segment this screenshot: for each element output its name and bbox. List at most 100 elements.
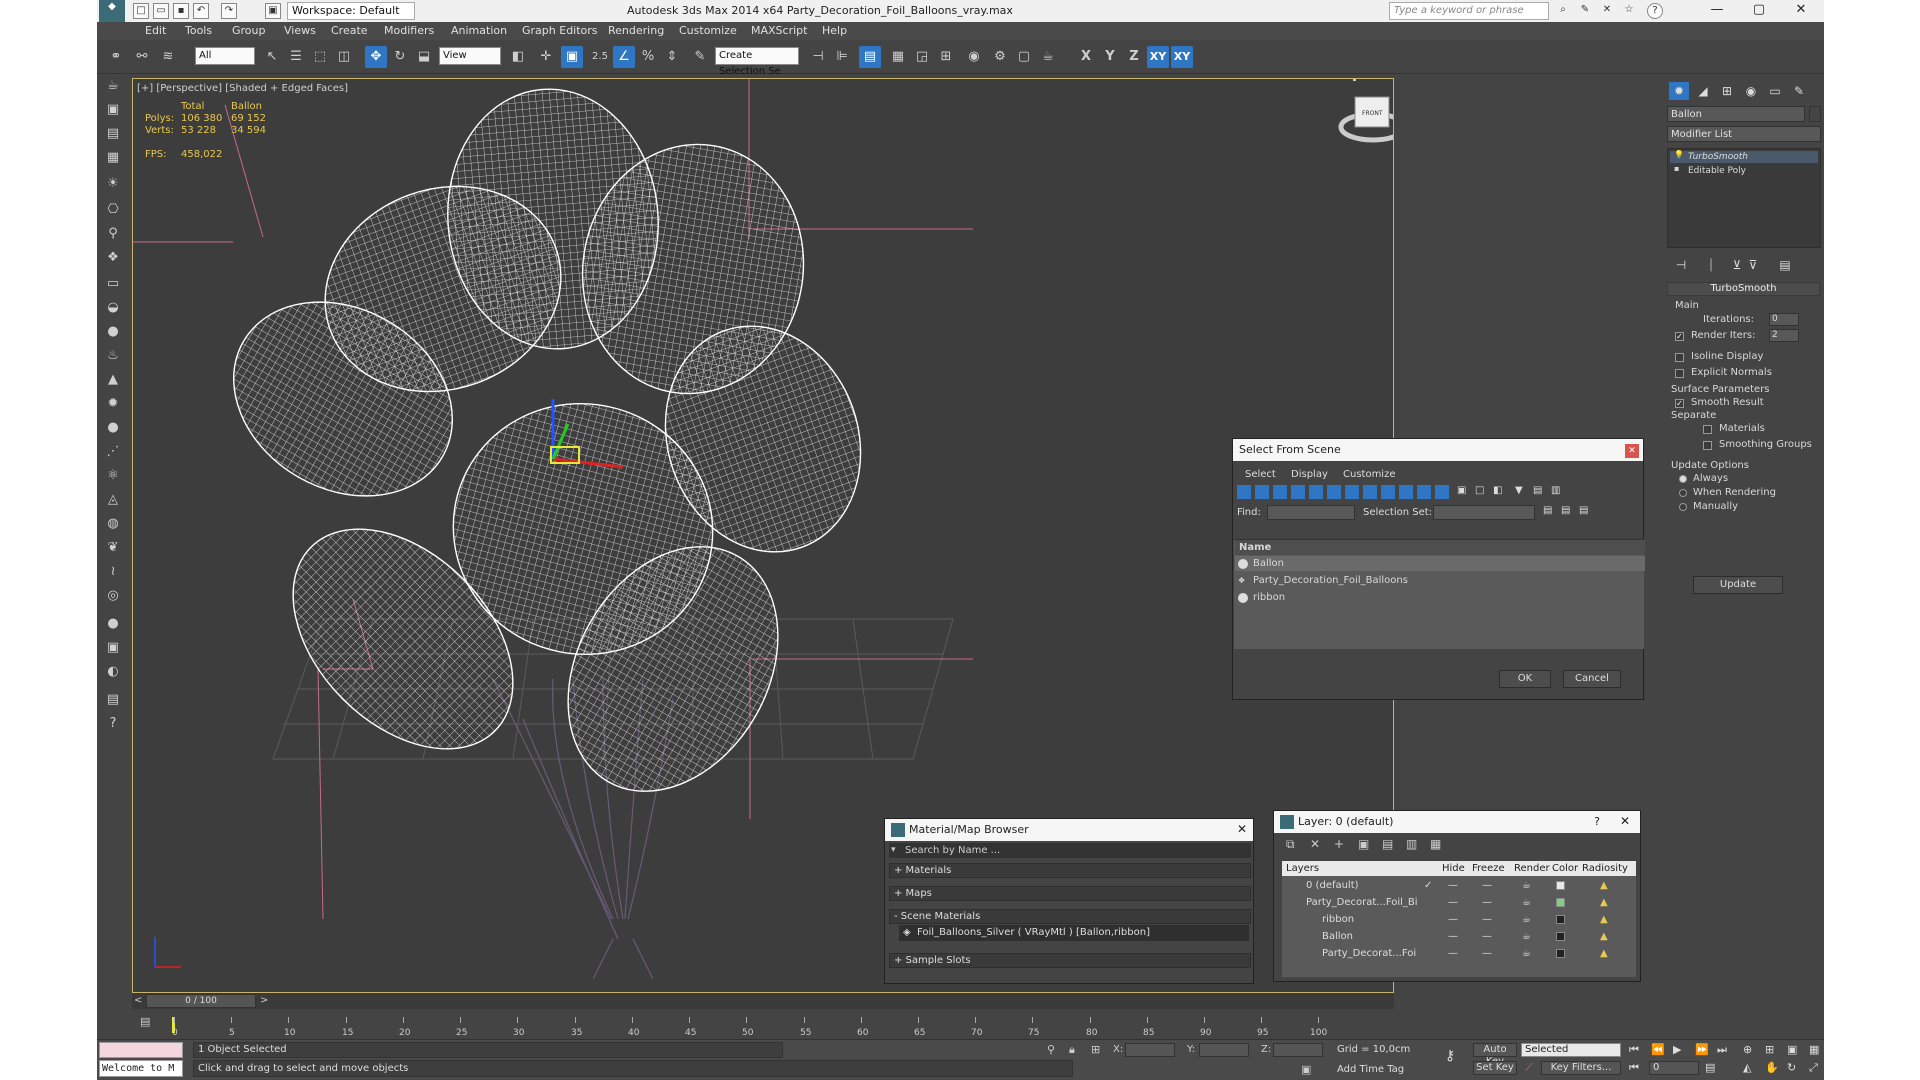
zoom-extents-icon[interactable]: ▣ <box>1787 1043 1797 1056</box>
create-tab-icon[interactable]: ✹ <box>1669 82 1689 100</box>
menu-edit[interactable]: Edit <box>145 24 166 37</box>
hide-toggle[interactable]: — <box>1448 946 1458 961</box>
unlink-icon[interactable]: ⚯ <box>131 46 153 68</box>
find-input[interactable] <box>1267 505 1355 520</box>
filter-cameras-icon[interactable] <box>1291 485 1305 499</box>
undo-icon[interactable]: ↶ <box>193 3 209 19</box>
current-frame-field[interactable]: 0 <box>1649 1061 1699 1075</box>
zoom-icon[interactable]: ⊕ <box>1743 1043 1752 1056</box>
when-rendering-radio[interactable] <box>1679 489 1687 497</box>
bulb-icon[interactable]: 💡 <box>1674 150 1684 159</box>
subscription-icon[interactable]: ✎ <box>1577 3 1593 19</box>
delete-layer-icon[interactable]: ✕ <box>1310 837 1320 851</box>
render-iters-spinner[interactable]: 2 <box>1769 329 1799 342</box>
layer-row[interactable]: Party_Decorat...Foi — — ☕ ▲ <box>1282 946 1636 961</box>
filter-frozen-icon[interactable] <box>1417 485 1431 499</box>
mirror-icon[interactable]: ⊣ <box>807 46 829 68</box>
filter-shapes-icon[interactable] <box>1255 485 1269 499</box>
menu-rendering[interactable]: Rendering <box>608 24 664 37</box>
x-coord-field[interactable] <box>1125 1043 1175 1057</box>
z-coord-field[interactable] <box>1273 1043 1323 1057</box>
teapot-shape-icon[interactable]: ♨ <box>103 346 123 366</box>
zoom-extents-all-icon[interactable]: ▦ <box>1809 1043 1819 1056</box>
rect-selection-icon[interactable]: ⬚ <box>309 46 331 68</box>
snaps-toggle-icon[interactable]: 2.5 <box>589 46 611 68</box>
key-filters-button[interactable]: Key Filters... <box>1541 1061 1621 1075</box>
render-teapot-icon[interactable]: ☕ <box>1522 929 1531 944</box>
stack-item-turbosmooth[interactable]: TurboSmooth <box>1670 151 1818 163</box>
grid-icon[interactable]: ⋰ <box>103 442 123 462</box>
list-item-party-decoration[interactable]: Party_Decoration_Foil_Balloons <box>1235 573 1645 588</box>
render-setup-icon[interactable]: ⚙ <box>989 46 1011 68</box>
globe-icon[interactable]: ◍ <box>103 514 123 534</box>
layer-row[interactable]: ribbon — — ☕ ▲ <box>1282 912 1636 927</box>
app-logo-icon[interactable]: ◆ <box>99 0 125 22</box>
spinner-snap-icon[interactable]: ⇕ <box>661 46 683 68</box>
selection-set-dropdown[interactable] <box>1433 505 1535 520</box>
select-none-icon[interactable]: □ <box>1475 485 1489 499</box>
mini-curve-editor-icon[interactable]: ▤ <box>140 1015 150 1028</box>
teapot-icon[interactable]: ☕ <box>103 76 123 96</box>
close-button[interactable]: ✕ <box>1781 0 1821 22</box>
axis-z-button[interactable]: Z <box>1123 46 1145 68</box>
layer-color-swatch[interactable] <box>1556 915 1565 924</box>
layer-color-swatch[interactable] <box>1556 898 1565 907</box>
freeze-all-icon[interactable]: ▦ <box>1430 837 1441 851</box>
display-tab-icon[interactable]: ▭ <box>1765 82 1785 100</box>
explicit-normals-checkbox[interactable] <box>1675 369 1684 378</box>
modify-tab-icon[interactable]: ◢ <box>1693 82 1713 100</box>
minimize-button[interactable]: — <box>1697 0 1737 22</box>
menu-tools[interactable]: Tools <box>185 24 212 37</box>
select-object-icon[interactable]: ↖ <box>261 46 283 68</box>
layer-row[interactable]: Party_Decorat...Foil_Bi — — ☕ ▲ <box>1282 895 1636 910</box>
name-column-header[interactable]: Name <box>1235 540 1645 555</box>
sphere-icon[interactable]: ● <box>103 322 123 342</box>
isoline-checkbox[interactable] <box>1675 353 1684 362</box>
material-search-input[interactable]: Search by Name ... <box>889 843 1251 858</box>
render-iters-checkbox[interactable]: ✓ <box>1675 332 1684 341</box>
filter-helpers-icon[interactable] <box>1309 485 1323 499</box>
hide-toggle[interactable]: — <box>1448 895 1458 910</box>
time-slider[interactable]: < 0 / 100 > <box>132 993 1394 1009</box>
configure-modifier-sets-icon[interactable]: ▤ <box>1775 256 1795 274</box>
light-icon[interactable]: ☀ <box>103 174 123 194</box>
isolate-icon[interactable]: ⚲ <box>1047 1043 1055 1056</box>
axis-xy-button[interactable]: XY <box>1147 46 1169 68</box>
columns-icon[interactable]: ▥ <box>1551 485 1565 499</box>
hide-toggle[interactable]: — <box>1448 912 1458 927</box>
lock-selection-icon[interactable]: 🔒︎ <box>1069 1043 1075 1057</box>
curve-editor-icon[interactable]: ◲ <box>911 46 933 68</box>
select-in-layer-icon[interactable]: ▣ <box>1358 837 1369 851</box>
auto-key-button[interactable]: Auto Key <box>1473 1043 1517 1067</box>
object-color-swatch[interactable] <box>1809 106 1821 122</box>
help-icon[interactable]: ? <box>1647 3 1663 19</box>
y-coord-field[interactable] <box>1199 1043 1249 1057</box>
hide-toggle[interactable]: — <box>1448 929 1458 944</box>
freeze-column[interactable]: Freeze <box>1472 861 1505 876</box>
viewcube-face-label[interactable]: FRONT <box>1362 110 1383 117</box>
select-menu-display[interactable]: Display <box>1291 469 1328 480</box>
redo-icon[interactable]: ↷ <box>221 3 237 19</box>
next-frame-icon[interactable]: > <box>260 995 268 1006</box>
select-menu-customize[interactable]: Customize <box>1343 469 1396 480</box>
always-radio[interactable] <box>1679 475 1687 483</box>
go-to-end-icon[interactable]: ⏭ <box>1717 1043 1727 1057</box>
zoom-all-icon[interactable]: ⊞ <box>1765 1043 1774 1056</box>
render-teapot-icon[interactable]: ☕ <box>1522 946 1531 961</box>
binoculars-icon[interactable]: ⌕ <box>1555 3 1571 19</box>
stack-item-editable-poly[interactable]: Editable Poly <box>1670 165 1818 177</box>
fov-icon[interactable]: ◭ <box>1743 1061 1751 1074</box>
menu-help[interactable]: Help <box>822 24 847 37</box>
key-mode-dropdown[interactable]: Selected <box>1521 1043 1621 1057</box>
radiosity-icon[interactable]: ▲ <box>1600 929 1608 944</box>
layer-row[interactable]: 0 (default) ✓ — — ☕ ▲ <box>1282 878 1636 893</box>
menu-create[interactable]: Create <box>331 24 368 37</box>
align-icon[interactable]: ⊫ <box>831 46 853 68</box>
bind-spacewarp-icon[interactable]: ≋ <box>157 46 179 68</box>
rendered-frame-icon[interactable]: ▢ <box>1013 46 1035 68</box>
sun-icon[interactable]: ✹ <box>103 394 123 414</box>
modifier-stack[interactable]: TurboSmooth Editable Poly 💡 ▪ <box>1667 148 1821 248</box>
radiosity-icon[interactable]: ▲ <box>1600 912 1608 927</box>
select-scale-icon[interactable]: ⬓ <box>413 46 435 68</box>
tape-icon[interactable]: ◬ <box>103 490 123 510</box>
